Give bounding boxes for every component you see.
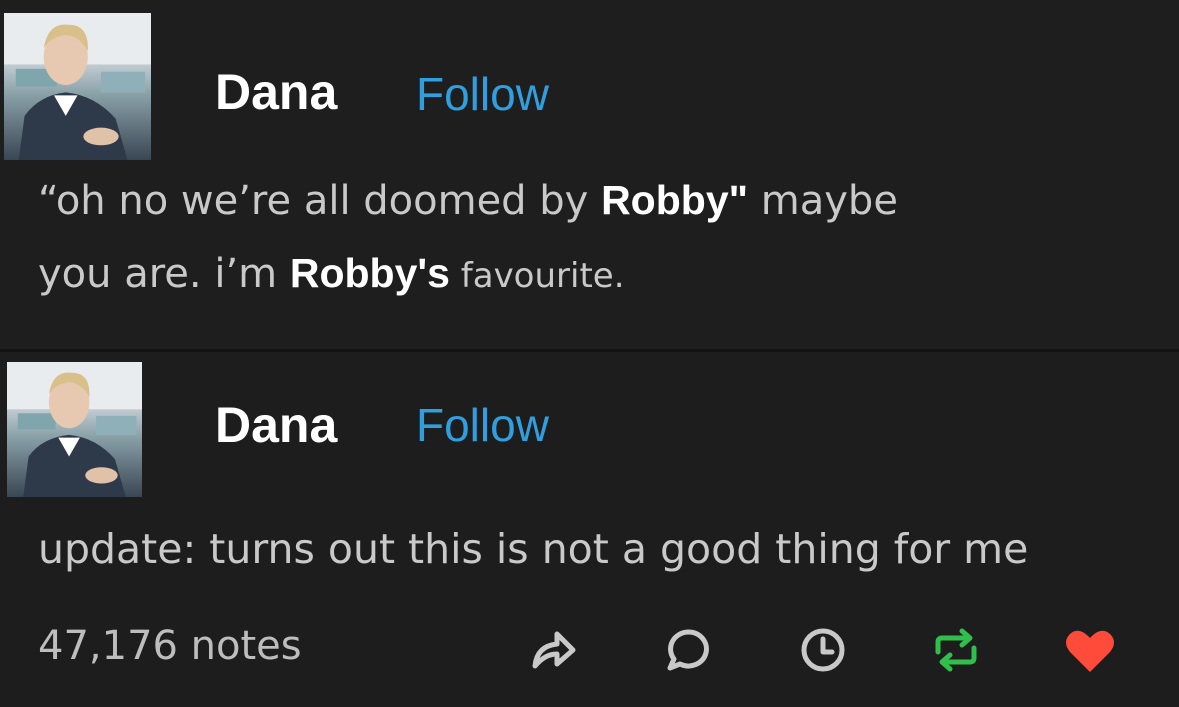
mention-robby[interactable]: Robby": [601, 177, 748, 223]
reply-icon[interactable]: [660, 622, 716, 678]
post-first: Dana Follow “oh no we’re all doomed by R…: [0, 0, 1179, 352]
notes-count[interactable]: 47,176 notes: [38, 623, 302, 669]
avatar[interactable]: [7, 362, 142, 497]
follow-button[interactable]: Follow: [416, 67, 549, 121]
post-text-line-1: “oh no we’re all doomed by Robby" maybe: [38, 177, 898, 224]
reblog-icon[interactable]: [928, 622, 984, 678]
text-fragment: favourite.: [449, 256, 625, 296]
username[interactable]: Dana: [215, 63, 337, 121]
text-fragment: you are. i’m: [38, 251, 290, 297]
follow-button[interactable]: Follow: [416, 398, 549, 452]
post-text-line-2: you are. i’m Robby's favourite.: [38, 250, 625, 297]
share-icon[interactable]: [525, 622, 581, 678]
like-icon[interactable]: [1062, 622, 1118, 678]
text-fragment: maybe: [748, 178, 898, 224]
history-icon[interactable]: [795, 622, 851, 678]
mention-robby[interactable]: Robby's: [290, 250, 450, 296]
avatar[interactable]: [4, 13, 151, 160]
post-text: update: turns out this is not a good thi…: [38, 525, 1029, 573]
username[interactable]: Dana: [215, 396, 337, 454]
text-fragment: “oh no we’re all doomed by: [38, 178, 602, 224]
